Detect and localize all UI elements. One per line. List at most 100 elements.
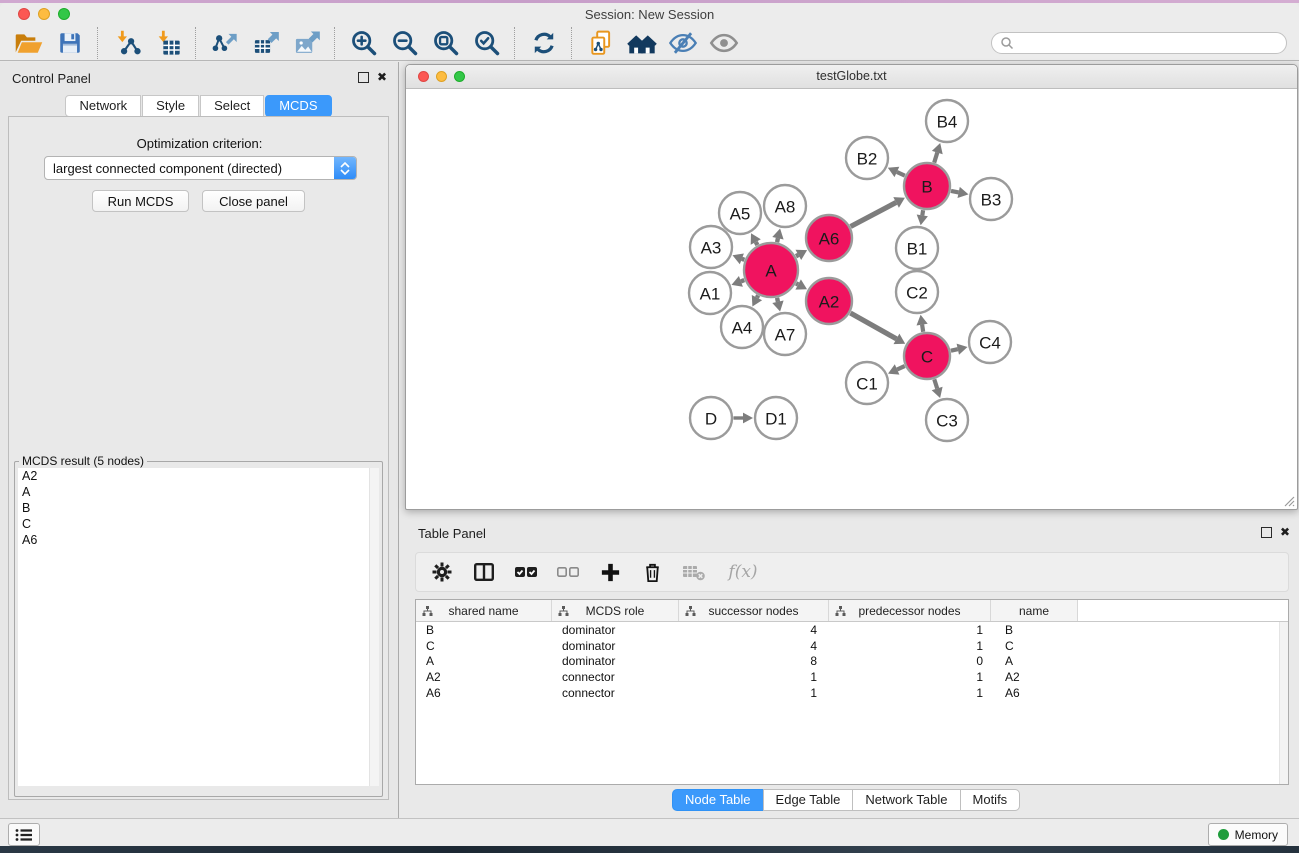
graph-node-C4[interactable]: C4 xyxy=(969,321,1011,363)
graph-node-C1[interactable]: C1 xyxy=(846,362,888,404)
table-cell[interactable]: 1 xyxy=(679,670,829,684)
graph-node-B[interactable]: B xyxy=(904,163,950,209)
table-cell[interactable]: C xyxy=(991,639,1078,653)
zoom-network-window-button[interactable] xyxy=(454,71,465,82)
deselect-all-button[interactable] xyxy=(555,558,581,586)
tab-edge-table[interactable]: Edge Table xyxy=(763,789,854,811)
tab-node-table[interactable]: Node Table xyxy=(672,789,764,811)
close-table-panel-button[interactable]: ✖ xyxy=(1280,526,1290,538)
export-image-button[interactable] xyxy=(286,26,327,60)
table-cell[interactable]: 1 xyxy=(829,623,991,637)
graph-node-A5[interactable]: A5 xyxy=(719,192,761,234)
search-box[interactable] xyxy=(991,32,1287,54)
graph-node-A7[interactable]: A7 xyxy=(764,313,806,355)
graph-node-A1[interactable]: A1 xyxy=(689,272,731,314)
table-cell[interactable]: 8 xyxy=(679,654,829,668)
main-titlebar[interactable]: Session: New Session xyxy=(0,3,1299,25)
zoom-fit-button[interactable] xyxy=(425,26,466,60)
graph-node-B2[interactable]: B2 xyxy=(846,137,888,179)
mcds-result-item[interactable]: A6 xyxy=(18,532,379,548)
column-header-successor-nodes[interactable]: successor nodes xyxy=(679,600,829,621)
tab-network-table[interactable]: Network Table xyxy=(852,789,960,811)
task-history-button[interactable] xyxy=(8,823,40,846)
graph-edge-A-A3[interactable] xyxy=(742,259,745,260)
table-cell[interactable]: 1 xyxy=(829,686,991,700)
graph-node-D[interactable]: D xyxy=(690,397,732,439)
graph-edge-C-C3[interactable] xyxy=(934,379,937,388)
memory-button[interactable]: Memory xyxy=(1208,823,1288,846)
minimize-network-window-button[interactable] xyxy=(436,71,447,82)
graph-node-B3[interactable]: B3 xyxy=(970,178,1012,220)
graph-edge-B-B1[interactable] xyxy=(922,210,923,215)
delete-table-button[interactable] xyxy=(681,558,707,586)
table-cell[interactable]: dominator xyxy=(552,623,679,637)
table-cell[interactable]: 4 xyxy=(679,639,829,653)
float-table-panel-button[interactable] xyxy=(1261,527,1272,538)
apply-layout-button[interactable] xyxy=(523,26,564,60)
graph-edge-C-C4[interactable] xyxy=(951,349,958,351)
graph-node-C[interactable]: C xyxy=(904,333,950,379)
run-mcds-button[interactable]: Run MCDS xyxy=(92,190,189,212)
float-panel-button[interactable] xyxy=(358,72,369,83)
graph-node-B4[interactable]: B4 xyxy=(926,100,968,142)
save-session-button[interactable] xyxy=(49,26,90,60)
optimization-criterion-select[interactable]: largest connected component (directed) xyxy=(44,156,357,180)
mcds-result-list[interactable]: A2ABCA6 xyxy=(18,468,379,786)
graph-node-B1[interactable]: B1 xyxy=(896,227,938,269)
graph-edge-B-B4[interactable] xyxy=(934,153,937,163)
zoom-out-button[interactable] xyxy=(384,26,425,60)
table-cell[interactable]: A2 xyxy=(991,670,1078,684)
table-cell[interactable]: 1 xyxy=(679,686,829,700)
table-cell[interactable]: A6 xyxy=(416,686,552,700)
graph-edge-A-A1[interactable] xyxy=(741,280,744,281)
table-cell[interactable]: 1 xyxy=(829,670,991,684)
table-cell[interactable]: connector xyxy=(552,670,679,684)
resize-grip[interactable] xyxy=(1282,494,1295,507)
mcds-result-item[interactable]: B xyxy=(18,500,379,516)
table-row[interactable]: A2connector11A2 xyxy=(416,669,1288,685)
tab-style[interactable]: Style xyxy=(142,95,199,117)
table-cell[interactable]: 1 xyxy=(829,639,991,653)
graph-node-A6[interactable]: A6 xyxy=(806,215,852,261)
delete-column-button[interactable] xyxy=(639,558,665,586)
graph-node-C3[interactable]: C3 xyxy=(926,399,968,441)
column-header-shared-name[interactable]: shared name xyxy=(416,600,552,621)
import-network-button[interactable] xyxy=(106,26,147,60)
hide-selected-button[interactable] xyxy=(662,26,703,60)
home-button[interactable] xyxy=(621,26,662,60)
table-cell[interactable]: A xyxy=(991,654,1078,668)
table-cell[interactable]: connector xyxy=(552,686,679,700)
open-session-button[interactable] xyxy=(8,26,49,60)
graph-node-A3[interactable]: A3 xyxy=(690,226,732,268)
graph-node-D1[interactable]: D1 xyxy=(755,397,797,439)
mcds-result-item[interactable]: C xyxy=(18,516,379,532)
column-layout-button[interactable] xyxy=(471,558,497,586)
table-cell[interactable]: 0 xyxy=(829,654,991,668)
graph-edge-A-A8[interactable] xyxy=(777,238,778,242)
graph-edge-A2-C[interactable] xyxy=(850,313,896,339)
table-settings-button[interactable] xyxy=(429,558,455,586)
network-view-window[interactable]: testGlobe.txt AA1A2A3A4A5A6A7A8BB1B2B3B4… xyxy=(405,64,1298,510)
close-panel-x-button[interactable]: ✖ xyxy=(377,71,387,83)
mcds-result-item[interactable]: A xyxy=(18,484,379,500)
graph-edge-A-A5[interactable] xyxy=(756,242,758,245)
graph-edge-B-B2[interactable] xyxy=(897,172,905,176)
table-row[interactable]: A6connector11A6 xyxy=(416,685,1288,701)
network-window-titlebar[interactable]: testGlobe.txt xyxy=(406,65,1297,89)
graph-edge-A-A4[interactable] xyxy=(757,295,758,297)
graph-node-A4[interactable]: A4 xyxy=(721,306,763,348)
mcds-result-item[interactable]: A2 xyxy=(18,468,379,484)
graph-edge-C-C2[interactable] xyxy=(922,325,923,332)
zoom-selected-button[interactable] xyxy=(466,26,507,60)
graph-node-A8[interactable]: A8 xyxy=(764,185,806,227)
export-network-button[interactable] xyxy=(204,26,245,60)
search-input[interactable] xyxy=(1018,35,1278,51)
table-cell[interactable]: B xyxy=(416,623,552,637)
network-graph[interactable]: AA1A2A3A4A5A6A7A8BB1B2B3B4CC1C2C3C4DD1 xyxy=(407,89,1297,509)
show-all-button[interactable] xyxy=(703,26,744,60)
select-all-button[interactable] xyxy=(513,558,539,586)
tab-mcds[interactable]: MCDS xyxy=(265,95,331,117)
close-network-window-button[interactable] xyxy=(418,71,429,82)
table-cell[interactable]: C xyxy=(416,639,552,653)
add-column-button[interactable] xyxy=(597,558,623,586)
